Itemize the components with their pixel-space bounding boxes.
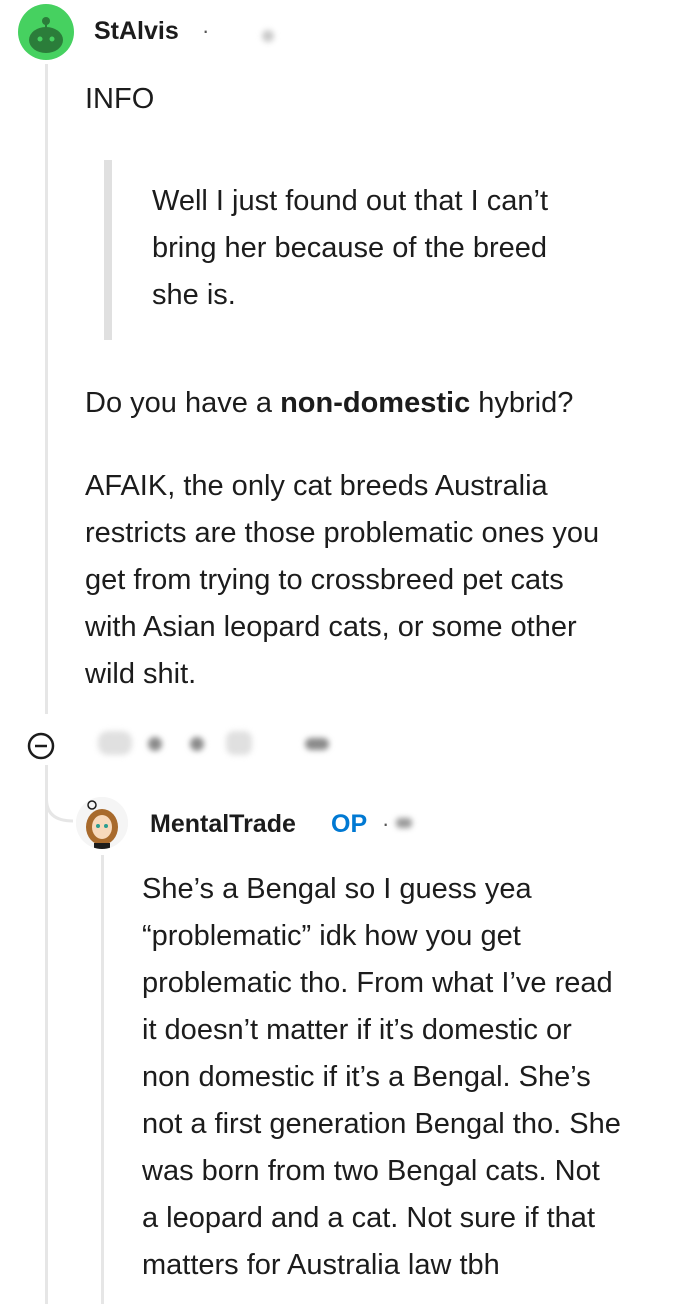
paragraph-line: AFAIK, the only cat breeds Australia [85, 470, 548, 502]
paragraph-line: non domestic if it’s a Bengal. She’s [142, 1061, 591, 1093]
paragraph-line: She’s a Bengal so I guess yea [142, 873, 532, 905]
paragraph-line: matters for Australia law tbh [142, 1249, 500, 1281]
question-text: Do you have a [85, 387, 281, 419]
paragraph-line: restricts are those problematic ones you [85, 517, 600, 549]
redacted-action [226, 731, 252, 755]
blockquote-bar [104, 160, 112, 340]
redacted-action [98, 731, 132, 755]
paragraph-line: wild shit. [85, 658, 197, 690]
comment-paragraph: AFAIK, the only cat breeds Australia res… [85, 463, 599, 698]
blockquote-line: bring her because of the breed [152, 232, 547, 264]
snoo-avatar-icon[interactable] [18, 4, 74, 60]
thread-line-2[interactable] [45, 765, 48, 1304]
blockquote-line: she is. [152, 279, 236, 311]
paragraph-line: get from trying to crossbreed pet cats [85, 564, 564, 596]
separator-dot: · [382, 811, 390, 836]
comment-author[interactable]: MentalTrade [150, 810, 296, 839]
redacted-timestamp [396, 818, 412, 828]
redacted-action [305, 738, 329, 750]
paragraph-line: problematic tho. From what I’ve read [142, 967, 613, 999]
question-bold: non-domestic [280, 387, 471, 419]
thread-line-1[interactable] [45, 64, 48, 714]
comment-paragraph: She’s a Bengal so I guess yea “problemat… [142, 866, 621, 1289]
thread-line-3[interactable] [101, 855, 104, 1304]
op-badge: OP [331, 810, 368, 838]
comment-author[interactable]: StAlvis [94, 17, 179, 46]
paragraph-line: not a first generation Bengal tho. She [142, 1108, 621, 1140]
redacted-action [148, 737, 162, 751]
redacted-action [190, 737, 204, 751]
paragraph-line: it doesn’t matter if it’s domestic or [142, 1014, 572, 1046]
minus-circle-icon[interactable] [27, 732, 55, 760]
blockquote-line: Well I just found out that I can’t [152, 185, 549, 217]
paragraph-line: was born from two Bengal cats. Not [142, 1155, 600, 1187]
paragraph-line: with Asian leopard cats, or some other [85, 611, 577, 643]
comment-question: Do you have a non-domestic hybrid? [85, 380, 573, 427]
question-text-end: hybrid? [470, 387, 574, 419]
paragraph-line: a leopard and a cat. Not sure if that [142, 1202, 595, 1234]
separator-dot: · [202, 18, 210, 43]
user-avatar-icon[interactable] [76, 797, 128, 849]
blockquote: Well I just found out that I can’t bring… [152, 178, 548, 319]
comment-text-info: INFO [85, 83, 155, 115]
comment-thread: StAlvis · INFO Well I just found out tha… [0, 0, 700, 1304]
paragraph-line: “problematic” idk how you get [142, 920, 521, 952]
redacted-timestamp [262, 30, 274, 42]
